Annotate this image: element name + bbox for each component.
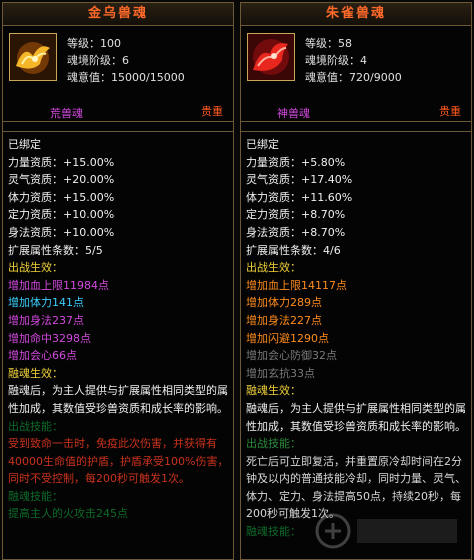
watermark-logo xyxy=(315,513,457,549)
effect-line: 增加闪避1290点 xyxy=(246,331,329,345)
bound-status: 已绑定 xyxy=(246,138,279,151)
effect-line: 增加血上限14117点 xyxy=(246,278,347,292)
stage-text: 魂境阶级：4 xyxy=(305,54,367,67)
ext-count: 扩展属性条数：5/5 xyxy=(8,243,103,257)
merge-desc: 融魂后，为主人提供与扩展属性相同类型的属性加成，其数值受珍兽资质和成长率的影响。 xyxy=(8,384,228,415)
soul-attributes: 已绑定 力量资质：+5.80% 灵气资质：+17.40% 体力资质：+11.60… xyxy=(241,131,471,559)
aptitude-line: 体力资质：+15.00% xyxy=(8,190,115,204)
merge-skill-title: 融魂技能： xyxy=(8,489,63,503)
aptitude-line: 力量资质：+15.00% xyxy=(8,155,115,169)
effect-line: 增加命中3298点 xyxy=(8,331,91,345)
merge-skill-desc: 提高主人的火攻击245点 xyxy=(8,507,128,521)
skill-title: 出战技能： xyxy=(8,419,63,433)
effect-line: 增加血上限11984点 xyxy=(8,278,109,292)
stage-text: 魂境阶级：6 xyxy=(67,54,129,67)
aptitude-line: 身法资质：+8.70% xyxy=(246,225,346,239)
skill-title: 出战技能： xyxy=(246,437,301,451)
grade-label: 贵重 xyxy=(201,105,223,118)
level-text: 等级：100 xyxy=(67,37,121,50)
soul-stats: 等级：58 魂境阶级：4 魂意值：720/9000 xyxy=(305,35,402,86)
soul-attributes: 已绑定 力量资质：+15.00% 灵气资质：+20.00% 体力资质：+15.0… xyxy=(3,131,233,559)
aptitude-line: 灵气资质：+20.00% xyxy=(8,173,115,187)
bound-status: 已绑定 xyxy=(8,138,41,151)
right-soul-panel: 朱雀兽魂 等级：58 魂境阶级：4 魂意值：720/9000 神兽魂 贵重 已绑… xyxy=(240,2,472,560)
will-text: 魂意值：720/9000 xyxy=(305,71,402,84)
aptitude-line: 身法资质：+10.00% xyxy=(8,225,115,239)
will-text: 魂意值：15000/15000 xyxy=(67,71,185,84)
aptitude-line: 定力资质：+8.70% xyxy=(246,208,346,222)
soul-rank: 荒兽魂 xyxy=(50,107,83,120)
merge-title: 融魂生效： xyxy=(246,384,301,398)
inactive-effect-line: 增加会心防御32点 xyxy=(246,349,337,363)
skill-desc: 受到致命一击时，免疫此次伤害，并获得有40000生命值的护盾，护盾承受100%伤… xyxy=(8,437,229,486)
aptitude-line: 力量资质：+5.80% xyxy=(246,155,346,169)
level-text: 等级：58 xyxy=(305,37,352,50)
ext-count: 扩展属性条数：4/6 xyxy=(246,243,341,257)
panel-title: 金乌兽魂 xyxy=(3,3,233,26)
aptitude-line: 灵气资质：+17.40% xyxy=(246,173,353,187)
merge-desc: 融魂后，为主人提供与扩展属性相同类型的属性加成，其数值受珍兽资质和成长率的影响。 xyxy=(246,401,466,433)
left-soul-panel: 金乌兽魂 等级：100 魂境阶级：6 魂意值：15000/15000 荒兽魂 贵… xyxy=(2,2,234,560)
panel-title: 朱雀兽魂 xyxy=(241,3,471,26)
golden-crow-icon[interactable] xyxy=(9,33,57,81)
soul-rank: 神兽魂 xyxy=(277,107,310,120)
battle-effect-title: 出战生效： xyxy=(8,261,63,275)
merge-title: 融魂生效： xyxy=(8,366,63,380)
aptitude-line: 体力资质：+11.60% xyxy=(246,190,353,204)
grade-label: 贵重 xyxy=(439,105,461,118)
battle-effect-title: 出战生效： xyxy=(246,261,301,275)
soul-header: 等级：58 魂境阶级：4 魂意值：720/9000 神兽魂 xyxy=(241,26,471,122)
soul-stats: 等级：100 魂境阶级：6 魂意值：15000/15000 xyxy=(67,35,185,86)
effect-line: 增加体力289点 xyxy=(246,296,322,310)
effect-line: 增加会心66点 xyxy=(8,349,77,363)
aptitude-line: 定力资质：+10.00% xyxy=(8,208,115,222)
vermilion-bird-icon[interactable] xyxy=(247,33,295,81)
effect-line: 增加身法237点 xyxy=(8,313,84,327)
soul-header: 等级：100 魂境阶级：6 魂意值：15000/15000 荒兽魂 xyxy=(3,26,233,122)
effect-line: 增加体力141点 xyxy=(8,296,84,310)
effect-line: 增加身法227点 xyxy=(246,313,322,327)
inactive-effect-line: 增加玄抗33点 xyxy=(246,366,315,380)
